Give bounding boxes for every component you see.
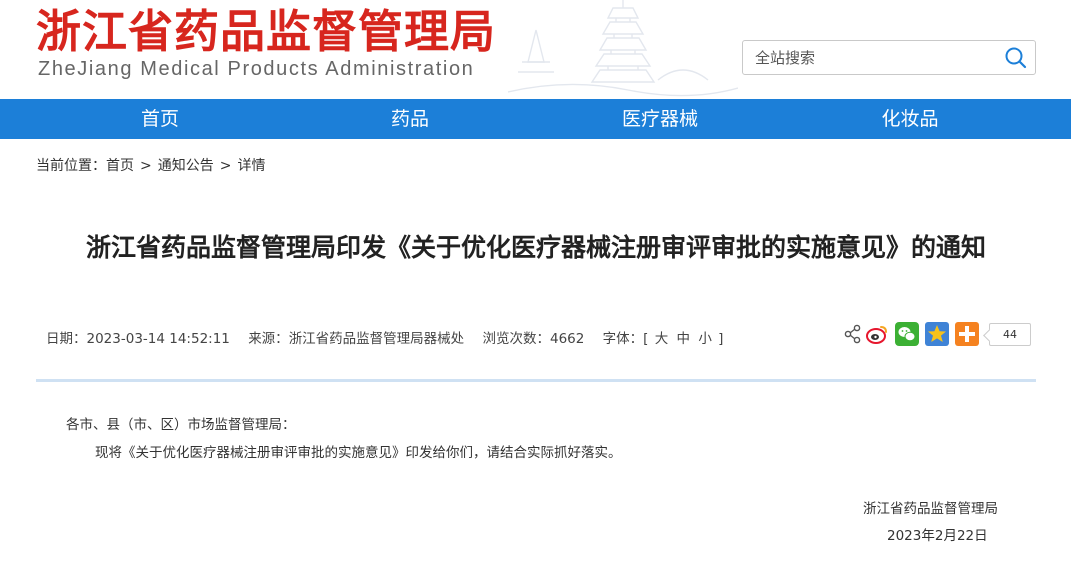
- views-label: 浏览次数：: [482, 331, 550, 347]
- font-size-control: 字体：[ 大 中 小 ]: [603, 327, 724, 347]
- font-bracket-open: [: [643, 331, 649, 347]
- source-label: 来源：: [248, 331, 289, 347]
- search-icon[interactable]: [1003, 45, 1029, 71]
- font-large-button[interactable]: 大: [655, 327, 669, 347]
- site-logo-subtitle: ZheJiang Medical Products Administration: [38, 58, 475, 80]
- font-bracket-close: ]: [718, 331, 724, 347]
- article-meta: 日期：2023-03-14 14:52:11 来源：浙江省药品监督管理局器械处 …: [46, 327, 723, 347]
- breadcrumb-current: 详情: [237, 158, 266, 174]
- date-label: 日期：: [46, 331, 87, 347]
- article-source: 浙江省药品监督管理局器械处: [288, 331, 465, 347]
- font-small-button[interactable]: 小: [698, 327, 712, 347]
- font-medium-button[interactable]: 中: [677, 327, 691, 347]
- view-count: 4662: [549, 331, 585, 347]
- title-divider: [36, 379, 1036, 382]
- breadcrumb-home[interactable]: 首页: [106, 155, 134, 175]
- article-greeting: 各市、县（市、区）市场监督管理局：: [66, 417, 296, 433]
- article-date: 2023-03-14 14:52:11: [86, 331, 230, 347]
- share-count: 44: [989, 323, 1031, 346]
- nav-item-medical-devices[interactable]: 医疗器械: [580, 99, 740, 139]
- signature-date: 2023年2月22日: [887, 528, 988, 544]
- site-logo-title[interactable]: 浙江省药品监督管理局: [36, 4, 496, 60]
- wechat-icon[interactable]: [895, 322, 919, 346]
- share-icon[interactable]: [843, 322, 867, 346]
- weibo-icon[interactable]: [865, 322, 889, 346]
- more-share-icon[interactable]: [955, 322, 979, 346]
- breadcrumb-separator: >: [219, 158, 232, 174]
- breadcrumb: 当前位置：首页 > 通知公告 > 详情: [36, 155, 265, 175]
- pagoda-watermark-icon: [508, 0, 738, 97]
- breadcrumb-notices[interactable]: 通知公告: [158, 155, 214, 175]
- breadcrumb-separator: >: [140, 158, 152, 174]
- signature-organization: 浙江省药品监督管理局: [863, 501, 998, 517]
- nav-item-home[interactable]: 首页: [80, 99, 240, 139]
- nav-item-drugs[interactable]: 药品: [330, 99, 490, 139]
- search-input[interactable]: [743, 41, 993, 74]
- article-paragraph: 现将《关于优化医疗器械注册审评审批的实施意见》印发给你们，请结合实际抓好落实。: [95, 445, 622, 461]
- breadcrumb-prefix: 当前位置：: [36, 158, 106, 174]
- article-title: 浙江省药品监督管理局印发《关于优化医疗器械注册审评审批的实施意见》的通知: [85, 233, 986, 262]
- search-box: [742, 40, 1036, 75]
- main-nav: 首页 药品 医疗器械 化妆品: [0, 99, 1071, 139]
- qzone-icon[interactable]: [925, 322, 949, 346]
- nav-item-cosmetics[interactable]: 化妆品: [830, 99, 990, 139]
- font-label: 字体：: [602, 331, 644, 347]
- site-header: 浙江省药品监督管理局 ZheJiang Medical Products Adm…: [0, 0, 1071, 99]
